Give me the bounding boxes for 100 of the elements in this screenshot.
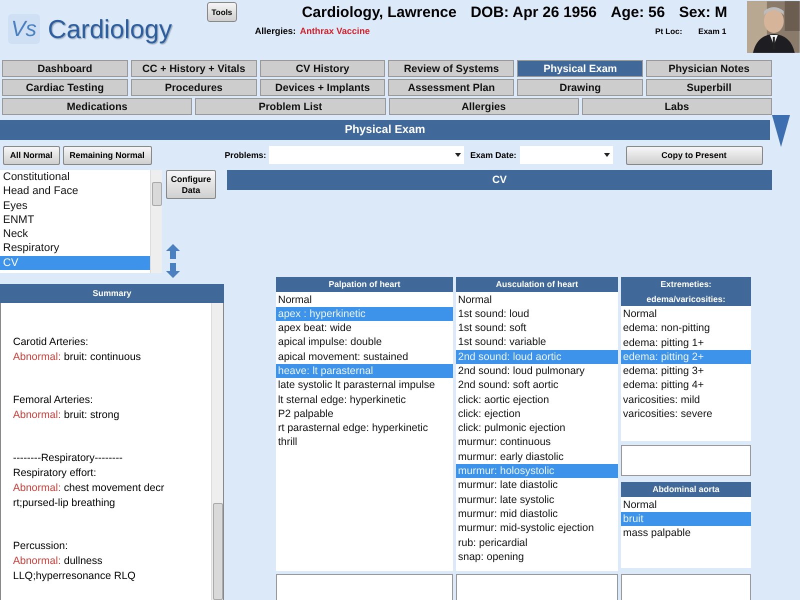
notes-field[interactable] xyxy=(276,574,453,600)
list-option[interactable]: murmur: late systolic xyxy=(456,492,618,507)
list-option[interactable]: 2nd sound: loud pulmonary xyxy=(456,364,618,378)
location-value: Exam 1 xyxy=(698,26,726,36)
allergies-value: Anthrax Vaccine xyxy=(300,26,370,36)
nav-tab[interactable]: Physical Exam xyxy=(517,60,644,77)
system-item[interactable]: Respiratory xyxy=(0,241,150,256)
list-option[interactable]: edema: pitting 4+ xyxy=(621,378,751,393)
summary-heading: Carotid Arteries: xyxy=(13,336,88,348)
list-option[interactable]: thrill xyxy=(276,435,453,450)
panel-header: Extremeties: edema/varicosities: xyxy=(621,277,751,306)
finding-text: Abnormal: bruit: strong xyxy=(13,408,120,423)
list-option[interactable]: apex beat: wide xyxy=(276,321,453,336)
up-down-arrows-icon[interactable] xyxy=(166,244,180,278)
list-option[interactable]: rt parasternal edge: hyperkinetic xyxy=(276,421,453,436)
nav-tab[interactable]: CV History xyxy=(260,60,386,77)
nav-tab[interactable]: Physician Notes xyxy=(646,60,772,77)
system-item[interactable]: Head and Face xyxy=(0,184,150,199)
logo-icon: Vs xyxy=(8,14,40,44)
list-option[interactable]: edema: pitting 1+ xyxy=(621,336,751,350)
list-option[interactable]: varicosities: severe xyxy=(621,407,751,422)
nav-tab[interactable]: Assessment Plan xyxy=(388,79,514,96)
finding-text: Abnormal: dullness LLQ;hyperresonance RLQ xyxy=(13,554,137,584)
nav-tab[interactable]: Allergies xyxy=(388,98,579,115)
configure-button[interactable]: Configure Data xyxy=(166,170,216,199)
patient-name: Cardiology, Lawrence xyxy=(302,4,457,21)
list-option[interactable]: murmur: late diastolic xyxy=(456,478,618,493)
list-option[interactable]: edema: non-pitting xyxy=(621,321,751,336)
summary-heading: Percussion: xyxy=(13,540,68,552)
notes-field[interactable] xyxy=(621,445,751,476)
list-option[interactable]: 1st sound: soft xyxy=(456,321,618,336)
list-option[interactable]: varicosities: mild xyxy=(621,392,751,408)
list-option[interactable]: rub: pericardial xyxy=(456,536,618,550)
tools-button[interactable]: Tools xyxy=(206,2,237,22)
list-option[interactable]: Normal xyxy=(456,292,618,307)
system-item[interactable]: Neck xyxy=(0,227,150,242)
summary-heading: --------Respiratory-------- xyxy=(13,452,123,464)
nav-tab[interactable]: Procedures xyxy=(130,79,257,96)
patient-sex: Sex: M xyxy=(678,4,728,21)
list-option[interactable]: apical impulse: double xyxy=(276,335,453,350)
action-button[interactable]: All Normal xyxy=(3,146,60,164)
section-title: Physical Exam xyxy=(0,120,770,140)
system-item[interactable]: ENMT xyxy=(0,212,150,228)
list-option[interactable]: P2 palpable xyxy=(276,406,453,422)
system-item[interactable]: Constitutional xyxy=(0,170,150,184)
copy-button[interactable]: Copy to Present xyxy=(626,146,763,164)
list-option[interactable]: lt sternal edge: hyperkinetic xyxy=(276,392,453,407)
list-option[interactable]: murmur: mid-systolic ejection xyxy=(456,521,618,536)
caret-icon xyxy=(455,153,462,157)
panel-header: Abdominal aorta xyxy=(621,482,751,496)
list-option[interactable]: mass palpable xyxy=(621,526,751,540)
finding-text: Abnormal: bruit: continuous xyxy=(13,350,142,365)
list-option[interactable]: click: pulmonic ejection xyxy=(456,421,618,436)
panel-header: Palpation of heart xyxy=(276,277,453,292)
nav-tab[interactable]: Review of Systems xyxy=(388,60,514,77)
scrollbar[interactable] xyxy=(150,170,162,273)
list-option[interactable]: late systolic lt parasternal impulse xyxy=(276,378,453,393)
list-option[interactable]: snap: opening xyxy=(456,550,618,564)
scrollbar[interactable] xyxy=(211,303,223,600)
notes-field[interactable] xyxy=(621,574,751,600)
list-option[interactable]: murmur: continuous xyxy=(456,435,618,450)
list-option[interactable]: murmur: mid diastolic xyxy=(456,506,618,522)
finding-text: Abnormal: chest movement decr rt;pursed-lip breathing xyxy=(13,481,166,511)
down-arrow-icon xyxy=(770,115,792,147)
list-option[interactable]: murmur: early diastolic xyxy=(456,450,618,464)
list-option[interactable]: Normal xyxy=(621,498,751,512)
nav-tab[interactable]: Problem List xyxy=(195,98,386,115)
summary-heading: Respiratory effort: xyxy=(13,467,96,479)
list-option[interactable]: 2nd sound: soft aortic xyxy=(456,378,618,393)
list-option[interactable]: edema: pitting 3+ xyxy=(621,364,751,378)
nav-tab[interactable]: Drawing xyxy=(517,79,644,96)
nav-tab[interactable]: Devices + Implants xyxy=(260,79,386,96)
allergies-label: Allergies: xyxy=(254,26,296,36)
patient-age: Age: 56 xyxy=(610,4,665,21)
subsection-title: CV xyxy=(227,170,772,190)
list-option[interactable]: apical movement: sustained xyxy=(276,350,453,364)
exam-date-label: Exam Date: xyxy=(470,150,517,160)
location-label: Pt Loc: xyxy=(655,26,682,36)
problems-label: Problems: xyxy=(224,150,266,160)
nav-tab[interactable]: CC + History + Vitals xyxy=(130,60,257,77)
app-title: Cardiology xyxy=(48,14,172,44)
date-of-birth: DOB: Apr 26 1956 xyxy=(470,4,597,21)
nav-tab[interactable]: Dashboard xyxy=(2,60,128,77)
system-item[interactable]: Eyes xyxy=(0,198,150,213)
nav-tab[interactable]: Labs xyxy=(582,98,772,115)
list-option[interactable]: Normal xyxy=(621,307,751,322)
caret-icon xyxy=(604,153,610,157)
nav-tab[interactable]: Superbill xyxy=(646,79,772,96)
nav-tab[interactable]: Medications xyxy=(2,98,192,115)
list-option[interactable]: Normal xyxy=(276,292,453,307)
list-option[interactable]: 1st sound: loud xyxy=(456,306,618,322)
summary-heading: Femoral Arteries: xyxy=(13,394,93,406)
list-option[interactable]: click: ejection xyxy=(456,406,618,422)
nav-tab[interactable]: Cardiac Testing xyxy=(2,79,128,96)
summary-header: Summary xyxy=(0,284,224,303)
notes-field[interactable] xyxy=(456,574,618,600)
panel-header: Ausculation of heart xyxy=(456,277,618,292)
list-option[interactable]: click: aortic ejection xyxy=(456,392,618,407)
list-option[interactable]: 1st sound: variable xyxy=(456,335,618,350)
action-button[interactable]: Remaining Normal xyxy=(62,146,152,164)
